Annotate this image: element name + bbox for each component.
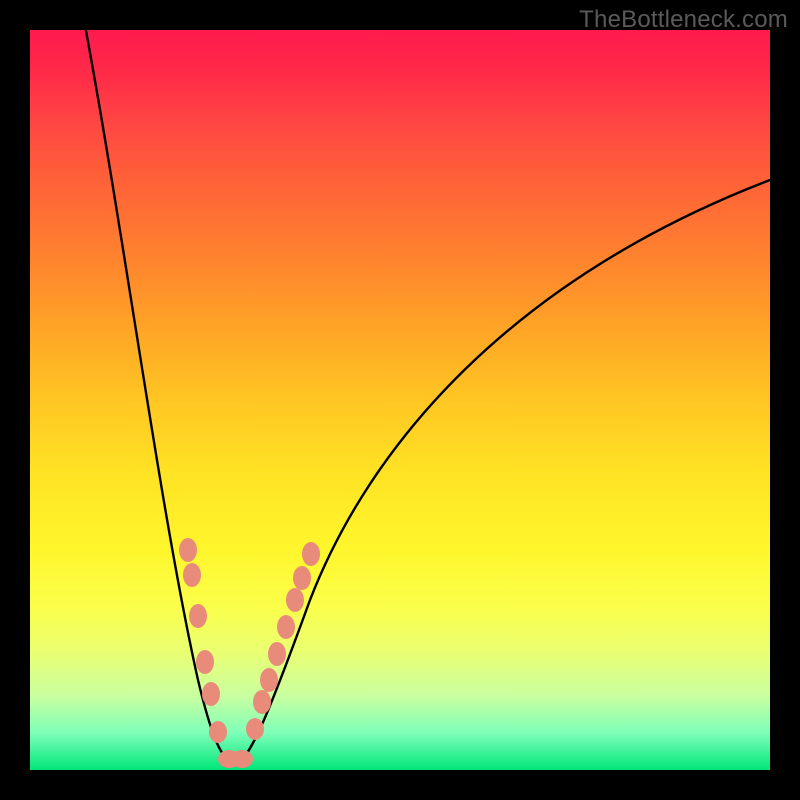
data-dot: [302, 542, 320, 566]
data-dots-group: [179, 538, 320, 768]
data-dot: [260, 668, 278, 692]
chart-svg: [30, 30, 770, 770]
data-dot: [286, 588, 304, 612]
data-dot: [179, 538, 197, 562]
data-dot: [209, 721, 227, 743]
data-dot: [253, 690, 271, 714]
data-dot: [268, 642, 286, 666]
data-dot: [196, 650, 214, 674]
data-dot: [202, 682, 220, 706]
data-dot: [189, 604, 207, 628]
data-dot: [246, 718, 264, 740]
chart-frame: TheBottleneck.com: [0, 0, 800, 800]
data-dot: [277, 615, 295, 639]
data-dot: [183, 563, 201, 587]
data-dot: [293, 566, 311, 590]
plot-area: [30, 30, 770, 770]
bottleneck-curve: [84, 30, 770, 765]
data-dot: [231, 750, 253, 768]
